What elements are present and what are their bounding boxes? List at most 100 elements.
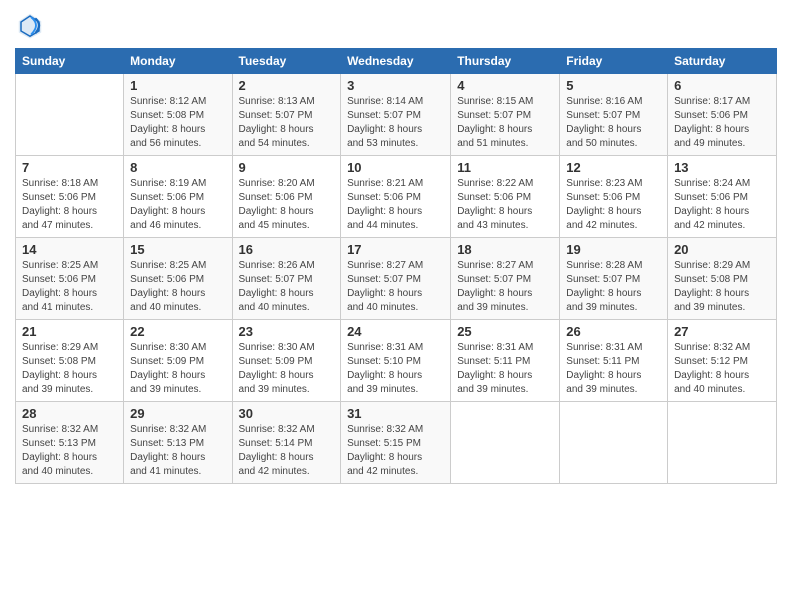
- day-info: Sunrise: 8:32 AM Sunset: 5:13 PM Dayligh…: [130, 423, 225, 479]
- calendar-cell: 24 Sunrise: 8:31 AM Sunset: 5:10 PM Dayli…: [341, 320, 451, 402]
- calendar-cell: [16, 74, 124, 156]
- day-number: 14: [22, 242, 117, 257]
- day-number: 10: [347, 160, 444, 175]
- day-number: 9: [239, 160, 335, 175]
- day-number: 21: [22, 324, 117, 339]
- calendar-week-2: 7 Sunrise: 8:18 AM Sunset: 5:06 PM Daylig…: [16, 156, 777, 238]
- calendar-cell: 3 Sunrise: 8:14 AM Sunset: 5:07 PM Daylig…: [341, 74, 451, 156]
- day-number: 20: [674, 242, 770, 257]
- day-number: 23: [239, 324, 335, 339]
- day-number: 4: [457, 78, 553, 93]
- day-info: Sunrise: 8:32 AM Sunset: 5:13 PM Dayligh…: [22, 423, 117, 479]
- calendar-table: SundayMondayTuesdayWednesdayThursdayFrid…: [15, 48, 777, 484]
- calendar-cell: 9 Sunrise: 8:20 AM Sunset: 5:06 PM Daylig…: [232, 156, 341, 238]
- day-info: Sunrise: 8:27 AM Sunset: 5:07 PM Dayligh…: [457, 259, 553, 315]
- calendar-cell: [560, 402, 668, 484]
- calendar-cell: 10 Sunrise: 8:21 AM Sunset: 5:06 PM Dayli…: [341, 156, 451, 238]
- day-info: Sunrise: 8:17 AM Sunset: 5:06 PM Dayligh…: [674, 95, 770, 151]
- day-number: 5: [566, 78, 661, 93]
- day-number: 25: [457, 324, 553, 339]
- day-info: Sunrise: 8:26 AM Sunset: 5:07 PM Dayligh…: [239, 259, 335, 315]
- calendar-cell: 5 Sunrise: 8:16 AM Sunset: 5:07 PM Daylig…: [560, 74, 668, 156]
- day-number: 11: [457, 160, 553, 175]
- calendar-cell: 21 Sunrise: 8:29 AM Sunset: 5:08 PM Dayli…: [16, 320, 124, 402]
- logo-icon: [15, 10, 45, 40]
- calendar-cell: 26Sunrise: 8:31 AM Sunset: 5:11 PM Dayli…: [560, 320, 668, 402]
- calendar-cell: 22Sunrise: 8:30 AM Sunset: 5:09 PM Dayli…: [124, 320, 232, 402]
- calendar-cell: 2Sunrise: 8:13 AM Sunset: 5:07 PM Daylig…: [232, 74, 341, 156]
- day-info: Sunrise: 8:15 AM Sunset: 5:07 PM Dayligh…: [457, 95, 553, 151]
- day-info: Sunrise: 8:16 AM Sunset: 5:07 PM Dayligh…: [566, 95, 661, 151]
- day-number: 26: [566, 324, 661, 339]
- day-info: Sunrise: 8:18 AM Sunset: 5:06 PM Dayligh…: [22, 177, 117, 233]
- day-info: Sunrise: 8:31 AM Sunset: 5:10 PM Dayligh…: [347, 341, 444, 397]
- calendar-cell: 12 Sunrise: 8:23 AM Sunset: 5:06 PM Dayli…: [560, 156, 668, 238]
- day-info: Sunrise: 8:27 AM Sunset: 5:07 PM Dayligh…: [347, 259, 444, 315]
- day-info: Sunrise: 8:31 AM Sunset: 5:11 PM Dayligh…: [457, 341, 553, 397]
- day-info: Sunrise: 8:29 AM Sunset: 5:08 PM Dayligh…: [22, 341, 117, 397]
- day-info: Sunrise: 8:20 AM Sunset: 5:06 PM Dayligh…: [239, 177, 335, 233]
- day-number: 17: [347, 242, 444, 257]
- day-info: Sunrise: 8:23 AM Sunset: 5:06 PM Dayligh…: [566, 177, 661, 233]
- day-number: 16: [239, 242, 335, 257]
- logo: [15, 10, 49, 40]
- day-number: 2: [239, 78, 335, 93]
- calendar-cell: 4 Sunrise: 8:15 AM Sunset: 5:07 PM Daylig…: [451, 74, 560, 156]
- day-info: Sunrise: 8:14 AM Sunset: 5:07 PM Dayligh…: [347, 95, 444, 151]
- day-number: 8: [130, 160, 225, 175]
- calendar-cell: 30 Sunrise: 8:32 AM Sunset: 5:14 PM Dayli…: [232, 402, 341, 484]
- day-number: 31: [347, 406, 444, 421]
- day-info: Sunrise: 8:32 AM Sunset: 5:12 PM Dayligh…: [674, 341, 770, 397]
- calendar-cell: 18 Sunrise: 8:27 AM Sunset: 5:07 PM Dayli…: [451, 238, 560, 320]
- day-info: Sunrise: 8:25 AM Sunset: 5:06 PM Dayligh…: [22, 259, 117, 315]
- calendar-cell: 7 Sunrise: 8:18 AM Sunset: 5:06 PM Daylig…: [16, 156, 124, 238]
- day-number: 13: [674, 160, 770, 175]
- day-info: Sunrise: 8:21 AM Sunset: 5:06 PM Dayligh…: [347, 177, 444, 233]
- day-info: Sunrise: 8:32 AM Sunset: 5:14 PM Dayligh…: [239, 423, 335, 479]
- calendar-cell: 20 Sunrise: 8:29 AM Sunset: 5:08 PM Dayli…: [668, 238, 777, 320]
- calendar-week-3: 14 Sunrise: 8:25 AM Sunset: 5:06 PM Dayli…: [16, 238, 777, 320]
- day-number: 30: [239, 406, 335, 421]
- calendar-cell: 23Sunrise: 8:30 AM Sunset: 5:09 PM Dayli…: [232, 320, 341, 402]
- day-number: 24: [347, 324, 444, 339]
- day-number: 6: [674, 78, 770, 93]
- calendar-cell: 1 Sunrise: 8:12 AM Sunset: 5:08 PM Daylig…: [124, 74, 232, 156]
- calendar-cell: [668, 402, 777, 484]
- day-info: Sunrise: 8:12 AM Sunset: 5:08 PM Dayligh…: [130, 95, 225, 151]
- calendar-cell: 8 Sunrise: 8:19 AM Sunset: 5:06 PM Daylig…: [124, 156, 232, 238]
- day-number: 22: [130, 324, 225, 339]
- day-info: Sunrise: 8:24 AM Sunset: 5:06 PM Dayligh…: [674, 177, 770, 233]
- day-number: 7: [22, 160, 117, 175]
- day-info: Sunrise: 8:32 AM Sunset: 5:15 PM Dayligh…: [347, 423, 444, 479]
- day-info: Sunrise: 8:28 AM Sunset: 5:07 PM Dayligh…: [566, 259, 661, 315]
- column-header-tuesday: Tuesday: [232, 49, 341, 74]
- calendar-cell: [451, 402, 560, 484]
- day-number: 1: [130, 78, 225, 93]
- day-number: 28: [22, 406, 117, 421]
- column-header-sunday: Sunday: [16, 49, 124, 74]
- calendar-cell: 16 Sunrise: 8:26 AM Sunset: 5:07 PM Dayli…: [232, 238, 341, 320]
- day-info: Sunrise: 8:22 AM Sunset: 5:06 PM Dayligh…: [457, 177, 553, 233]
- calendar-cell: 17 Sunrise: 8:27 AM Sunset: 5:07 PM Dayli…: [341, 238, 451, 320]
- calendar-cell: 25 Sunrise: 8:31 AM Sunset: 5:11 PM Dayli…: [451, 320, 560, 402]
- calendar-cell: 6 Sunrise: 8:17 AM Sunset: 5:06 PM Daylig…: [668, 74, 777, 156]
- calendar-cell: 28 Sunrise: 8:32 AM Sunset: 5:13 PM Dayli…: [16, 402, 124, 484]
- calendar-cell: 31 Sunrise: 8:32 AM Sunset: 5:15 PM Dayli…: [341, 402, 451, 484]
- day-info: Sunrise: 8:19 AM Sunset: 5:06 PM Dayligh…: [130, 177, 225, 233]
- day-number: 19: [566, 242, 661, 257]
- calendar-cell: 27Sunrise: 8:32 AM Sunset: 5:12 PM Dayli…: [668, 320, 777, 402]
- calendar-cell: 29Sunrise: 8:32 AM Sunset: 5:13 PM Dayli…: [124, 402, 232, 484]
- column-header-wednesday: Wednesday: [341, 49, 451, 74]
- page-container: SundayMondayTuesdayWednesdayThursdayFrid…: [0, 0, 792, 494]
- day-number: 3: [347, 78, 444, 93]
- day-info: Sunrise: 8:29 AM Sunset: 5:08 PM Dayligh…: [674, 259, 770, 315]
- calendar-cell: 13 Sunrise: 8:24 AM Sunset: 5:06 PM Dayli…: [668, 156, 777, 238]
- calendar-week-5: 28 Sunrise: 8:32 AM Sunset: 5:13 PM Dayli…: [16, 402, 777, 484]
- day-number: 12: [566, 160, 661, 175]
- calendar-cell: 15Sunrise: 8:25 AM Sunset: 5:06 PM Dayli…: [124, 238, 232, 320]
- day-info: Sunrise: 8:25 AM Sunset: 5:06 PM Dayligh…: [130, 259, 225, 315]
- calendar-cell: 11 Sunrise: 8:22 AM Sunset: 5:06 PM Dayli…: [451, 156, 560, 238]
- day-number: 18: [457, 242, 553, 257]
- column-header-monday: Monday: [124, 49, 232, 74]
- calendar-cell: 19 Sunrise: 8:28 AM Sunset: 5:07 PM Dayli…: [560, 238, 668, 320]
